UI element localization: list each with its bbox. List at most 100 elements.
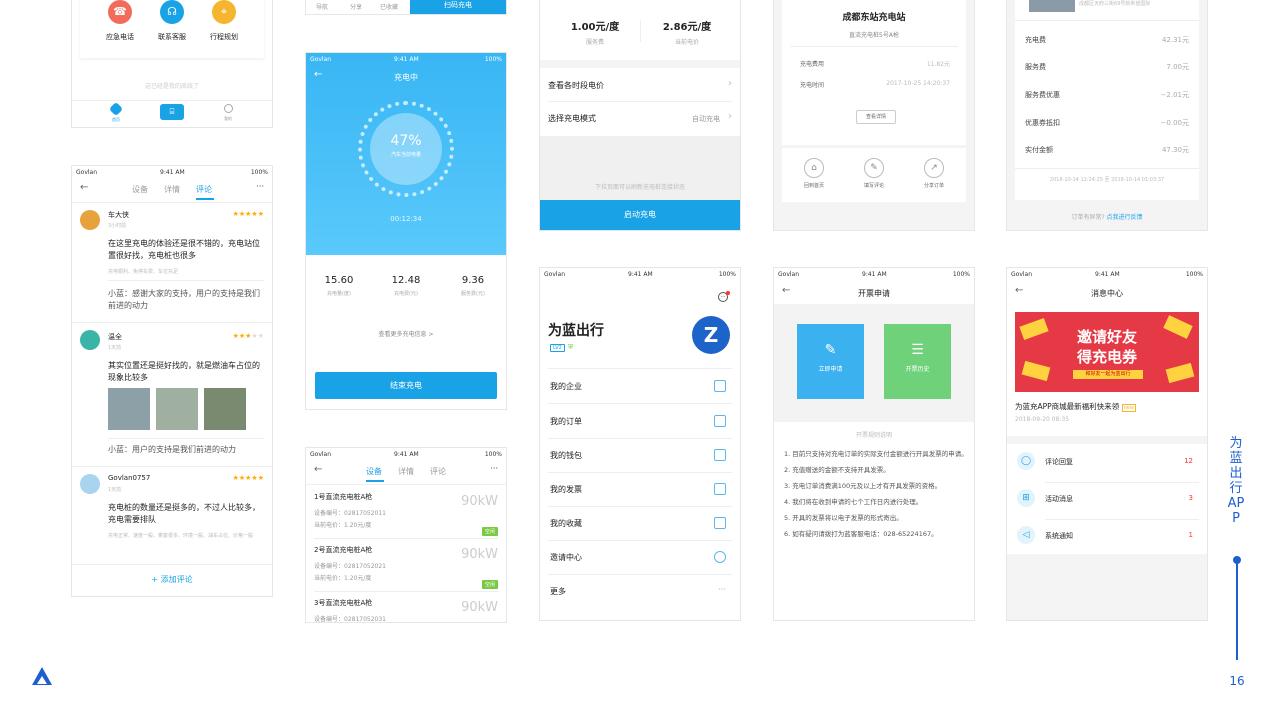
message-date: 2018-09-20 08:35 bbox=[1015, 416, 1070, 423]
share-order-button[interactable]: ↗ 分享订单 bbox=[914, 158, 954, 189]
promo-banner[interactable]: 邀请好友 得充电券 和好友一起为蓝出行 bbox=[1015, 312, 1199, 392]
activity-message-item[interactable]: ⊞ 活动消息 3 bbox=[1007, 483, 1207, 517]
bill-row-label: 优惠券抵扣 bbox=[1025, 119, 1060, 127]
tab-review[interactable]: 评论 bbox=[196, 184, 212, 195]
bill-row-label: 充电费 bbox=[1025, 36, 1046, 44]
button-label: 立即申请 bbox=[818, 366, 843, 373]
clock: 9:41 AM bbox=[628, 271, 653, 278]
tab-navigate[interactable]: 导航 bbox=[316, 2, 328, 11]
review-photo[interactable] bbox=[108, 388, 150, 430]
button-label: 开票历史 bbox=[905, 366, 930, 373]
avatar bbox=[80, 210, 100, 230]
clock: 9:41 AM bbox=[1095, 271, 1120, 278]
scan-tab-button[interactable]: ⌸ bbox=[160, 104, 184, 120]
tab-detail[interactable]: 详情 bbox=[398, 466, 414, 477]
menu-invite[interactable]: 邀请中心 bbox=[540, 541, 740, 575]
unread-count: 1 bbox=[1188, 531, 1193, 539]
service-fee-label: 服务费 bbox=[585, 39, 604, 46]
tab-mine[interactable]: 我的 bbox=[218, 104, 238, 122]
tab-home[interactable]: 首页 bbox=[106, 101, 126, 123]
write-review-button[interactable]: ✎ 填写评论 bbox=[854, 158, 894, 189]
chevron-right-icon: › bbox=[728, 78, 732, 89]
start-charge-button[interactable]: 启动充电 bbox=[540, 200, 740, 230]
bill-row-value: 47.30元 bbox=[1161, 146, 1189, 154]
speaker-icon: ◁ bbox=[1017, 526, 1035, 544]
review-tags: 充电正常、速度一般、乘客很多、环境一般、油车占位、价格一般 bbox=[108, 533, 254, 539]
device-power: 90kW bbox=[461, 600, 498, 615]
reviewer-name: 车大侠 bbox=[108, 211, 129, 219]
more-charge-info-link[interactable]: 查看更多充电信息 > bbox=[306, 329, 506, 338]
page-title: 消息中心 bbox=[1091, 289, 1123, 298]
feedback-question: 订单有异常? bbox=[1071, 214, 1105, 221]
charge-mode-row[interactable]: 选择充电模式 自动充电 › bbox=[540, 102, 740, 134]
review-tags: 充电顺利、免停车费、车位充足 bbox=[108, 269, 179, 275]
avatar bbox=[80, 330, 100, 350]
review-time: 1天前 bbox=[108, 345, 122, 351]
customer-service-button[interactable]: ☊ 联系客服 bbox=[150, 0, 194, 42]
share-icon: ↗ bbox=[924, 158, 944, 178]
tab-detail[interactable]: 详情 bbox=[164, 184, 180, 195]
device-name: 3号直流充电桩A枪 bbox=[314, 599, 373, 607]
scan-charge-button[interactable]: 扫码充电 bbox=[410, 0, 506, 14]
menu-label: 我的收藏 bbox=[550, 519, 582, 528]
menu-favorites[interactable]: 我的收藏 bbox=[540, 507, 740, 541]
menu-enterprise[interactable]: 我的企业 bbox=[540, 369, 740, 403]
back-arrow-icon[interactable]: ← bbox=[80, 182, 88, 193]
rule-item: 5. 开具的发票将以电子发票的形式寄出。 bbox=[784, 514, 903, 522]
view-period-price-row[interactable]: 查看各时段电价 › bbox=[540, 68, 740, 100]
back-arrow-icon[interactable]: ← bbox=[314, 464, 322, 475]
avatar[interactable]: Z bbox=[692, 316, 730, 354]
charge-stats: 15.60 充电量(度) 12.48 充电费(元) 9.36 服务费(元) bbox=[306, 275, 506, 315]
menu-label: 我的企业 bbox=[550, 382, 582, 391]
charge-timer: 00:12:34 bbox=[390, 215, 422, 223]
stop-charge-button[interactable]: 结束充电 bbox=[315, 372, 497, 399]
menu-wallet[interactable]: 我的钱包 bbox=[540, 439, 740, 473]
screen-home-partial: ☎ 应急电话 ☊ 联系客服 ⌖ 行程规划 这已经是我的底线了 首页 ⌸ 我的 bbox=[72, 0, 272, 127]
more-icon[interactable]: ··· bbox=[490, 464, 498, 473]
charge-fee-value: 11.82元 bbox=[926, 61, 950, 68]
menu-invoices[interactable]: 我的发票 bbox=[540, 473, 740, 507]
trip-plan-button[interactable]: ⌖ 行程规划 bbox=[202, 0, 246, 42]
map-thumbnail bbox=[1029, 0, 1075, 12]
back-home-button[interactable]: ⌂ 回到首页 bbox=[794, 158, 834, 189]
add-review-button[interactable]: + 添加评论 bbox=[72, 574, 272, 585]
tab-device[interactable]: 设备 bbox=[366, 466, 382, 477]
device-item[interactable]: 3号直流充电桩A枪 设备编号：02817052031 90kW bbox=[306, 592, 506, 622]
feedback-link[interactable]: 点我进行反馈 bbox=[1107, 214, 1143, 221]
carrier: Govlan bbox=[310, 451, 332, 458]
comment-reply-item[interactable]: ◯ 评论回复 12 bbox=[1007, 446, 1207, 480]
bill-row-value: −2.01元 bbox=[1160, 91, 1189, 99]
tab-label: 我的 bbox=[224, 116, 232, 121]
more-icon[interactable]: ··· bbox=[256, 182, 264, 191]
screen-start-charge: 1.00元/度 服务费 2.86元/度 当前电价 查看各时段电价 › 选择充电模… bbox=[540, 0, 740, 230]
chat-icon: ◯ bbox=[1017, 452, 1035, 470]
apply-invoice-button[interactable]: ✎ 立即申请 bbox=[797, 324, 864, 399]
review-photo[interactable] bbox=[156, 388, 198, 430]
tab-label: 首页 bbox=[112, 117, 120, 122]
menu-more[interactable]: 更多 ··· bbox=[540, 575, 740, 609]
tab-device[interactable]: 设备 bbox=[132, 184, 148, 195]
unread-count: 3 bbox=[1188, 494, 1193, 502]
banner-subtitle: 得充电券 bbox=[1076, 348, 1137, 366]
tab-favorites[interactable]: 已收藏 bbox=[380, 2, 398, 11]
view-detail-button[interactable]: 查看详情 bbox=[856, 110, 896, 124]
invoice-history-button[interactable]: ☰ 开票历史 bbox=[884, 324, 951, 399]
device-item[interactable]: 1号直流充电桩A枪 设备编号：02817052011 当前电价：1.20元/度 … bbox=[306, 486, 506, 536]
emergency-call-button[interactable]: ☎ 应急电话 bbox=[98, 0, 142, 42]
review-photo[interactable] bbox=[204, 388, 246, 430]
tab-review[interactable]: 评论 bbox=[430, 466, 446, 477]
screen-devices: Govlan 9:41 AM 100% ← 设备 详情 评论 ··· 1号直流充… bbox=[306, 448, 506, 622]
new-badge: new bbox=[1121, 404, 1136, 412]
review-time: 3小时前 bbox=[108, 223, 127, 229]
route-icon: ⌖ bbox=[212, 0, 236, 24]
pile-name: 直流充电桩5号A枪 bbox=[849, 32, 899, 39]
device-item[interactable]: 2号直流充电桩A枪 设备编号：02817052021 当前电价：1.20元/度 … bbox=[306, 539, 506, 589]
bill-card: 成都区天府三街69号新希望国际 充电费 42.31元 服务费 7.00元 服务费… bbox=[1015, 0, 1199, 200]
tab-share[interactable]: 分享 bbox=[350, 2, 362, 11]
menu-orders[interactable]: 我的订单 bbox=[540, 404, 740, 438]
charge-fee-label: 充电费用 bbox=[800, 61, 825, 68]
message-headline[interactable]: 为蓝充APP商城最新福利快来领 bbox=[1015, 402, 1119, 411]
device-code: 设备编号：02817052031 bbox=[314, 616, 386, 622]
bill-row-label: 服务费优惠 bbox=[1025, 91, 1060, 99]
system-notice-item[interactable]: ◁ 系统通知 1 bbox=[1007, 520, 1207, 554]
